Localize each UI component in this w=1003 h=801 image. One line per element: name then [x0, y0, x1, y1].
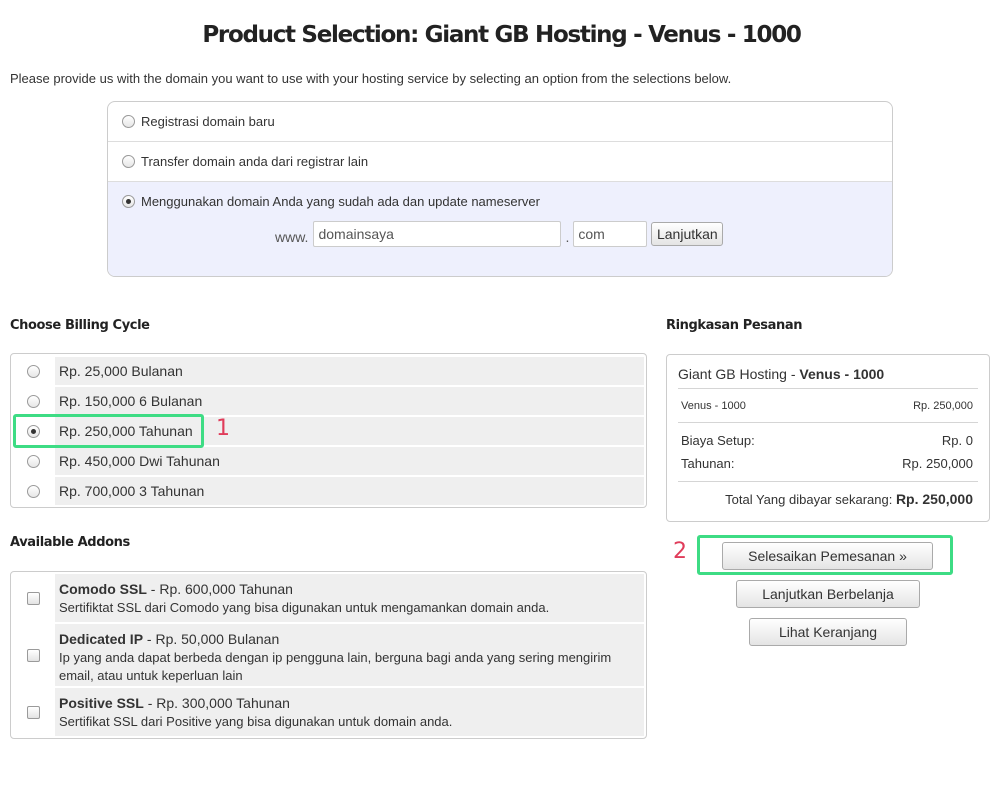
page-title: Product Selection: Giant GB Hosting - Ve…	[202, 22, 802, 48]
addon-item: Comodo SSL - Rp. 600,000 Tahunan Sertifi…	[11, 574, 644, 622]
summary-line-item: Venus - 1000 Rp. 250,000	[681, 400, 973, 412]
billing-option-label[interactable]: Rp. 150,000 6 Bulanan	[55, 387, 644, 415]
addon-price: - Rp. 50,000 Bulanan	[143, 631, 280, 647]
annotation-number-1: 1	[216, 416, 230, 441]
summary-setup-row: Biaya Setup: Rp. 0	[681, 433, 973, 448]
continue-shopping-button[interactable]: Lanjutkan Berbelanja	[736, 580, 920, 608]
domain-register-label[interactable]: Registrasi domain baru	[141, 114, 275, 129]
billing-option[interactable]: Rp. 700,000 3 Tahunan	[11, 476, 644, 506]
domain-option-transfer[interactable]: Transfer domain anda dari registrar lain	[108, 142, 892, 182]
summary-divider	[678, 481, 978, 482]
summary-setup-value: Rp. 0	[941, 433, 973, 448]
billing-radio[interactable]	[26, 364, 40, 378]
addon-item: Positive SSL - Rp. 300,000 Tahunan Serti…	[11, 688, 644, 736]
addon-name: Comodo SSL	[59, 581, 147, 597]
intro-text: Please provide us with the domain you wa…	[10, 71, 732, 86]
domain-continue-button[interactable]: Lanjutkan	[651, 222, 724, 246]
highlight-box-billing	[13, 414, 204, 448]
domain-sld-input[interactable]: domainsaya	[313, 221, 562, 247]
summary-product-group: Giant GB Hosting	[678, 366, 787, 382]
www-prefix: www.	[275, 229, 309, 245]
summary-product-sep: -	[786, 366, 800, 382]
view-cart-button[interactable]: Lihat Keranjang	[749, 618, 907, 646]
billing-option[interactable]: Rp. 150,000 6 Bulanan	[11, 386, 644, 416]
domain-owndomain-radio[interactable]	[122, 195, 135, 208]
domain-transfer-radio[interactable]	[122, 155, 135, 168]
summary-total-value: Rp. 250,000	[895, 491, 973, 507]
summary-product-title: Giant GB Hosting - Venus - 1000	[678, 366, 884, 382]
billing-option[interactable]: Rp. 450,000 Dwi Tahunan	[11, 446, 644, 476]
summary-cycle-value: Rp. 250,000	[902, 456, 973, 471]
addon-checkbox[interactable]	[26, 648, 40, 662]
domain-entry-row: www. domainsaya . com Lanjutkan	[275, 221, 724, 247]
annotation-number-2: 2	[673, 539, 687, 564]
domain-register-radio[interactable]	[122, 115, 135, 128]
billing-option-label[interactable]: Rp. 700,000 3 Tahunan	[55, 477, 644, 505]
summary-line-price: Rp. 250,000	[913, 400, 973, 412]
billing-radio[interactable]	[26, 394, 40, 408]
billing-option[interactable]: Rp. 25,000 Bulanan	[11, 356, 644, 386]
addons-list: Comodo SSL - Rp. 600,000 Tahunan Sertifi…	[10, 571, 647, 739]
billing-option-label[interactable]: Rp. 25,000 Bulanan	[55, 357, 644, 385]
addon-description: Sertifikat SSL dari Positive yang bisa d…	[59, 714, 453, 729]
domain-options-panel: Registrasi domain baru Transfer domain a…	[107, 101, 893, 277]
billing-radio[interactable]	[26, 484, 40, 498]
addon-checkbox[interactable]	[26, 591, 40, 605]
summary-cycle-row: Tahunan: Rp. 250,000	[681, 456, 973, 471]
summary-product-name: Venus - 1000	[799, 366, 885, 382]
addon-name: Dedicated IP	[59, 631, 144, 647]
billing-option-label[interactable]: Rp. 450,000 Dwi Tahunan	[55, 447, 644, 475]
addon-description: Sertifiktat SSL dari Comodo yang bisa di…	[59, 600, 550, 615]
domain-transfer-label[interactable]: Transfer domain anda dari registrar lain	[141, 154, 368, 169]
summary-divider	[678, 422, 978, 423]
summary-heading: Ringkasan Pesanan	[666, 318, 803, 333]
summary-setup-label: Biaya Setup:	[681, 433, 755, 448]
addon-price: - Rp. 600,000 Tahunan	[146, 581, 293, 597]
addons-heading: Available Addons	[10, 535, 130, 550]
order-summary-panel: Giant GB Hosting - Venus - 1000 Venus - …	[666, 354, 990, 522]
summary-total-label: Total Yang dibayar sekarang:	[725, 492, 896, 507]
addon-description: Ip yang anda dapat berbeda dengan ip pen…	[59, 650, 612, 683]
domain-dot: .	[565, 229, 570, 245]
billing-radio[interactable]	[26, 454, 40, 468]
domain-option-owndomain[interactable]: Menggunakan domain Anda yang sudah ada d…	[108, 182, 892, 276]
addon-checkbox[interactable]	[26, 705, 40, 719]
summary-line-label: Venus - 1000	[681, 400, 746, 412]
addon-name: Positive SSL	[59, 695, 144, 711]
addon-item: Dedicated IP - Rp. 50,000 Bulanan Ip yan…	[11, 624, 644, 686]
billing-heading: Choose Billing Cycle	[10, 318, 150, 333]
highlight-box-checkout	[697, 535, 953, 575]
domain-option-register[interactable]: Registrasi domain baru	[108, 102, 892, 142]
addon-price: - Rp. 300,000 Tahunan	[143, 695, 290, 711]
summary-total: Total Yang dibayar sekarang: Rp. 250,000	[725, 491, 973, 507]
summary-cycle-label: Tahunan:	[681, 456, 735, 471]
domain-owndomain-label[interactable]: Menggunakan domain Anda yang sudah ada d…	[141, 194, 540, 209]
summary-divider	[678, 388, 978, 389]
domain-tld-input[interactable]: com	[573, 221, 648, 247]
